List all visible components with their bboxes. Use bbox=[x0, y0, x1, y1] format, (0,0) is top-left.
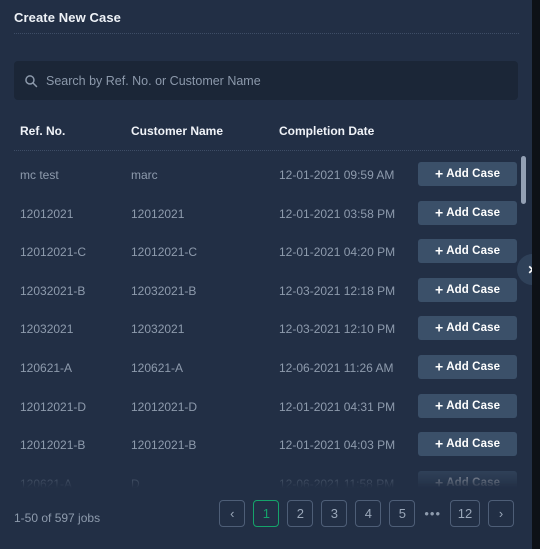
pagination-prev-button[interactable]: ‹ bbox=[219, 500, 246, 527]
column-header-completion-date: Completion Date bbox=[279, 124, 375, 138]
add-case-button[interactable]: + Add Case bbox=[418, 470, 517, 488]
column-header-ref-no: Ref. No. bbox=[20, 124, 66, 138]
table-row: mc test marc 12-01-2021 09:59 AM + Add Case bbox=[14, 156, 519, 195]
cell-customer-name: 12012021-B bbox=[131, 438, 197, 453]
pagination-page-1-button[interactable]: 1 bbox=[253, 500, 280, 527]
cell-customer-name: 12032021 bbox=[131, 322, 185, 337]
add-case-button[interactable]: + Add Case bbox=[418, 354, 517, 379]
pagination-page-3-button[interactable]: 3 bbox=[321, 500, 348, 527]
plus-icon: + bbox=[434, 204, 444, 221]
cell-ref-no: 12012021-D bbox=[20, 399, 87, 414]
pagination-page-12-button[interactable]: 12 bbox=[450, 500, 480, 527]
cell-ref-no: 120621-A bbox=[20, 476, 73, 488]
table-row: 12012021-B 12012021-B 12-01-2021 04:03 PM +… bbox=[14, 426, 519, 465]
cell-completion-date: 12-01-2021 04:31 PM bbox=[279, 399, 396, 414]
cell-customer-name: 12012021-D bbox=[131, 399, 198, 414]
page-title: Create New Case bbox=[14, 10, 121, 25]
pagination-pages: 12345 bbox=[253, 500, 416, 527]
footer: 1-50 of 597 jobs ‹ 12345 ••• 12 › bbox=[0, 489, 532, 549]
title-divider bbox=[14, 33, 519, 34]
pagination-page-5-button[interactable]: 5 bbox=[389, 500, 416, 527]
table-row: 12032021 12032021 12-03-2021 12:10 PM + Add … bbox=[14, 310, 519, 349]
add-case-button[interactable]: + Add Case bbox=[418, 393, 517, 418]
search-icon bbox=[25, 74, 38, 87]
cell-completion-date: 12-01-2021 09:59 AM bbox=[279, 168, 395, 182]
cell-ref-no: 12012021 bbox=[20, 206, 74, 221]
search-box[interactable] bbox=[14, 61, 518, 100]
header-divider bbox=[14, 150, 519, 151]
plus-icon: + bbox=[434, 435, 444, 452]
add-case-button[interactable]: + Add Case bbox=[418, 239, 517, 264]
cell-customer-name: 12012021-C bbox=[131, 245, 198, 260]
table-scrollbar[interactable] bbox=[521, 156, 526, 486]
cell-customer-name: 12012021 bbox=[131, 206, 185, 221]
table-row: 120621-A 120621-A 12-06-2021 11:26 AM + Add … bbox=[14, 349, 519, 388]
cell-completion-date: 12-06-2021 11:26 AM bbox=[279, 360, 394, 375]
plus-icon: + bbox=[434, 242, 444, 259]
cell-ref-no: 12032021 bbox=[20, 322, 74, 337]
cell-customer-name: D bbox=[131, 476, 140, 488]
table-row: 12012021-C 12012021-C 12-01-2021 04:20 PM +… bbox=[14, 233, 519, 272]
plus-icon: + bbox=[434, 281, 444, 298]
table-body: mc test marc 12-01-2021 09:59 AM + Add Case 1… bbox=[14, 156, 519, 488]
pagination-page-4-button[interactable]: 4 bbox=[355, 500, 382, 527]
table-row: 12012021-D 12012021-D 12-01-2021 04:31 PM +… bbox=[14, 388, 519, 427]
cell-completion-date: 12-03-2021 12:10 PM bbox=[279, 322, 396, 337]
plus-icon: + bbox=[434, 319, 444, 336]
cell-ref-no: 12012021-C bbox=[20, 245, 87, 260]
add-case-button-label: Add Case bbox=[446, 360, 501, 373]
cell-ref-no: mc test bbox=[20, 168, 59, 182]
pagination-ellipsis: ••• bbox=[424, 506, 441, 521]
jobs-count-label: 1-50 of 597 jobs bbox=[14, 511, 101, 525]
table-row: 12012021 12012021 12-01-2021 03:58 PM + Add … bbox=[14, 195, 519, 234]
plus-icon: + bbox=[434, 397, 444, 414]
cell-ref-no: 120621-A bbox=[20, 360, 73, 375]
table-row: 120621-A D 12-06-2021 11:58 PM + Add Case bbox=[14, 465, 519, 488]
cell-ref-no: 12012021-B bbox=[20, 438, 86, 453]
add-case-button-label: Add Case bbox=[446, 399, 501, 412]
cell-completion-date: 12-06-2021 11:58 PM bbox=[279, 476, 395, 488]
add-case-button[interactable]: + Add Case bbox=[418, 432, 517, 457]
cell-customer-name: 12032021-B bbox=[131, 283, 197, 298]
cell-customer-name: marc bbox=[131, 168, 158, 182]
add-case-button-label: Add Case bbox=[446, 322, 501, 335]
table-row: 12032021-B 12032021-B 12-03-2021 12:18 PM +… bbox=[14, 272, 519, 311]
add-case-button-label: Add Case bbox=[446, 168, 501, 180]
cell-customer-name: 120621-A bbox=[131, 360, 184, 375]
add-case-button-label: Add Case bbox=[446, 245, 501, 258]
add-case-button-label: Add Case bbox=[446, 476, 501, 488]
column-header-customer-name: Customer Name bbox=[131, 124, 224, 138]
plus-icon: + bbox=[434, 474, 444, 488]
scrollbar-thumb[interactable] bbox=[521, 156, 526, 204]
pagination-next-button[interactable]: › bbox=[488, 500, 514, 527]
cell-completion-date: 12-01-2021 04:03 PM bbox=[279, 438, 396, 453]
add-case-button-label: Add Case bbox=[446, 206, 501, 219]
add-case-button[interactable]: + Add Case bbox=[418, 162, 517, 186]
add-case-button-label: Add Case bbox=[446, 283, 501, 296]
cell-ref-no: 12032021-B bbox=[20, 283, 86, 298]
add-case-button-label: Add Case bbox=[446, 438, 501, 451]
table-header-row: Ref. No. Customer Name Completion Date bbox=[14, 124, 519, 146]
window-right-edge bbox=[532, 0, 540, 549]
cell-completion-date: 12-01-2021 04:20 PM bbox=[279, 245, 396, 260]
cell-completion-date: 12-03-2021 12:18 PM bbox=[279, 283, 396, 298]
pagination: ‹ 12345 ••• 12 › bbox=[219, 500, 514, 527]
create-case-panel: Create New Case Ref. No. Customer Name C… bbox=[0, 0, 532, 549]
add-case-button[interactable]: + Add Case bbox=[418, 200, 517, 225]
search-input[interactable] bbox=[46, 73, 518, 88]
plus-icon: + bbox=[434, 358, 444, 375]
cell-completion-date: 12-01-2021 03:58 PM bbox=[279, 206, 396, 221]
close-icon[interactable]: ✕ bbox=[517, 254, 532, 285]
pagination-page-2-button[interactable]: 2 bbox=[287, 500, 314, 527]
add-case-button[interactable]: + Add Case bbox=[418, 316, 517, 341]
add-case-button[interactable]: + Add Case bbox=[418, 277, 517, 302]
plus-icon: + bbox=[434, 165, 444, 182]
